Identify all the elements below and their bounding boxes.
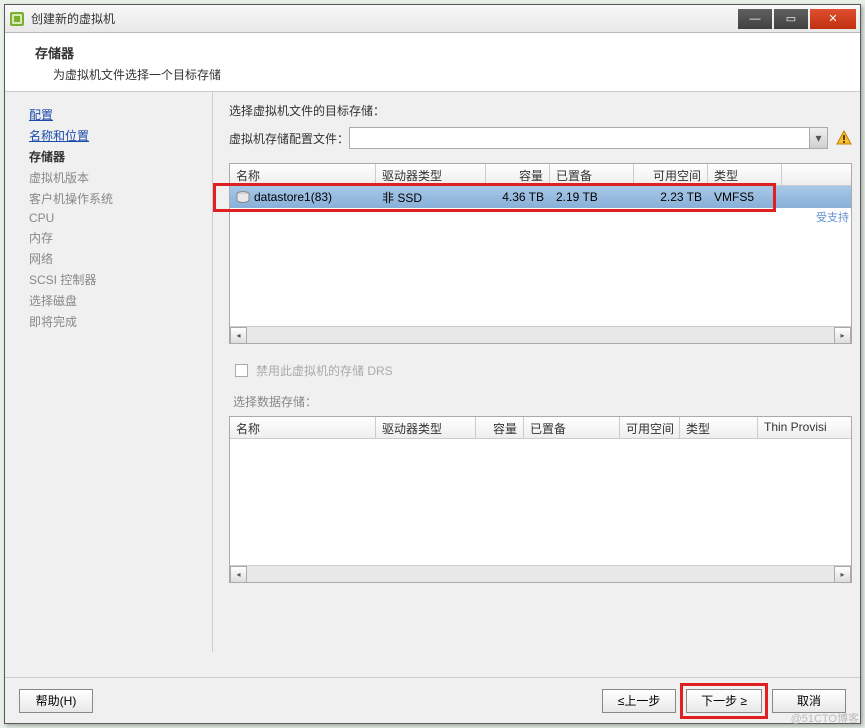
select-datastore-label: 选择数据存储： (233, 393, 852, 410)
scroll-right-icon[interactable]: ▸ (834, 327, 851, 344)
nav-guest-os: 客户机操作系统 (29, 188, 206, 209)
wizard-footer: 帮助(H) ≤上一步 下一步 ≥ 取消 (5, 677, 860, 723)
wizard-nav: 配置 名称和位置 存储器 虚拟机版本 客户机操作系统 CPU 内存 网络 SCS… (5, 92, 213, 652)
storage-profile-label: 虚拟机存储配置文件： (229, 130, 349, 147)
col2-thin: Thin Provisi (758, 417, 851, 438)
table-header: 名称 驱动器类型 容量 已置备 可用空间 类型 (230, 164, 851, 186)
nav-disk: 选择磁盘 (29, 290, 206, 311)
close-button[interactable]: ✕ (810, 9, 856, 29)
cell-name: datastore1(83) (230, 187, 376, 208)
select-storage-label: 选择虚拟机文件的目标存储： (229, 102, 852, 119)
wizard-body: 配置 名称和位置 存储器 虚拟机版本 客户机操作系统 CPU 内存 网络 SCS… (5, 92, 860, 652)
col-extra (782, 164, 851, 185)
datastore-icon (236, 190, 250, 204)
watermark: @51CTO博客 (791, 710, 859, 726)
nav-network: 网络 (29, 248, 206, 269)
next-button[interactable]: 下一步 ≥ (686, 689, 762, 713)
nav-finish: 即将完成 (29, 311, 206, 332)
cell-capacity: 4.36 TB (486, 187, 550, 207)
wizard-header: 存储器 为虚拟机文件选择一个目标存储 (5, 33, 860, 92)
col2-drive-type: 驱动器类型 (376, 417, 476, 438)
drs-checkbox (235, 364, 248, 377)
drs-checkbox-row: 禁用此虚拟机的存储 DRS (235, 362, 852, 379)
scroll-track-2[interactable] (247, 566, 834, 582)
warning-icon (836, 130, 852, 146)
col-name[interactable]: 名称 (230, 164, 376, 185)
window-buttons: — ▭ ✕ (738, 9, 856, 29)
col2-capacity: 容量 (476, 417, 524, 438)
help-button[interactable]: 帮助(H) (19, 689, 93, 713)
col-type[interactable]: 类型 (708, 164, 782, 185)
cancel-button[interactable]: 取消 (772, 689, 846, 713)
table-header-2: 名称 驱动器类型 容量 已置备 可用空间 类型 Thin Provisi (230, 417, 851, 439)
nav-memory: 内存 (29, 227, 206, 248)
col-free[interactable]: 可用空间 (634, 164, 708, 185)
col-capacity[interactable]: 容量 (486, 164, 550, 185)
scroll-track[interactable] (247, 327, 834, 343)
nav-version: 虚拟机版本 (29, 167, 206, 188)
datastore-table-secondary: 名称 驱动器类型 容量 已置备 可用空间 类型 Thin Provisi ◂ ▸ (229, 416, 852, 583)
scroll-left-icon-2[interactable]: ◂ (230, 566, 247, 583)
table-body-2 (230, 439, 851, 565)
titlebar: 创建新的虚拟机 — ▭ ✕ (5, 5, 860, 33)
vm-wizard-window: 创建新的虚拟机 — ▭ ✕ 存储器 为虚拟机文件选择一个目标存储 配置 名称和位… (4, 4, 861, 724)
supported-badge: 受支持 (816, 209, 849, 225)
horizontal-scrollbar[interactable]: ◂ ▸ (230, 326, 851, 343)
nav-scsi: SCSI 控制器 (29, 269, 206, 290)
col2-type: 类型 (680, 417, 758, 438)
table-body[interactable]: datastore1(83) 非 SSD 4.36 TB 2.19 TB 2.2… (230, 186, 851, 326)
col2-name: 名称 (230, 417, 376, 438)
col2-provisioned: 已置备 (524, 417, 620, 438)
col-provisioned[interactable]: 已置备 (550, 164, 634, 185)
storage-profile-row: 虚拟机存储配置文件： ▾ (229, 127, 852, 149)
drs-checkbox-label: 禁用此虚拟机的存储 DRS (256, 362, 393, 379)
datastore-table: 名称 驱动器类型 容量 已置备 可用空间 类型 datastore1(83) 非… (229, 163, 852, 344)
scroll-left-icon[interactable]: ◂ (230, 327, 247, 344)
back-button[interactable]: ≤上一步 (602, 689, 676, 713)
col-drive-type[interactable]: 驱动器类型 (376, 164, 486, 185)
chevron-down-icon: ▾ (809, 128, 827, 148)
minimize-button[interactable]: — (738, 9, 772, 29)
cell-free: 2.23 TB (634, 187, 708, 207)
storage-profile-select[interactable]: ▾ (349, 127, 828, 149)
cell-provisioned: 2.19 TB (550, 187, 634, 207)
window-title: 创建新的虚拟机 (31, 10, 738, 27)
table-row[interactable]: datastore1(83) 非 SSD 4.36 TB 2.19 TB 2.2… (230, 186, 851, 208)
main-panel: 选择虚拟机文件的目标存储： 虚拟机存储配置文件： ▾ 名称 驱动器类型 容量 已… (213, 92, 860, 652)
nav-cpu: CPU (29, 209, 206, 227)
page-subtitle: 为虚拟机文件选择一个目标存储 (53, 66, 842, 83)
horizontal-scrollbar-2[interactable]: ◂ ▸ (230, 565, 851, 582)
maximize-button[interactable]: ▭ (774, 9, 808, 29)
cell-drive-type: 非 SSD (376, 186, 486, 209)
page-title: 存储器 (35, 43, 842, 62)
col2-free: 可用空间 (620, 417, 680, 438)
nav-name-location[interactable]: 名称和位置 (29, 125, 206, 146)
app-icon (9, 11, 25, 27)
nav-storage: 存储器 (29, 146, 206, 167)
cell-type: VMFS5 (708, 187, 782, 207)
scroll-right-icon-2[interactable]: ▸ (834, 566, 851, 583)
nav-config[interactable]: 配置 (29, 104, 206, 125)
